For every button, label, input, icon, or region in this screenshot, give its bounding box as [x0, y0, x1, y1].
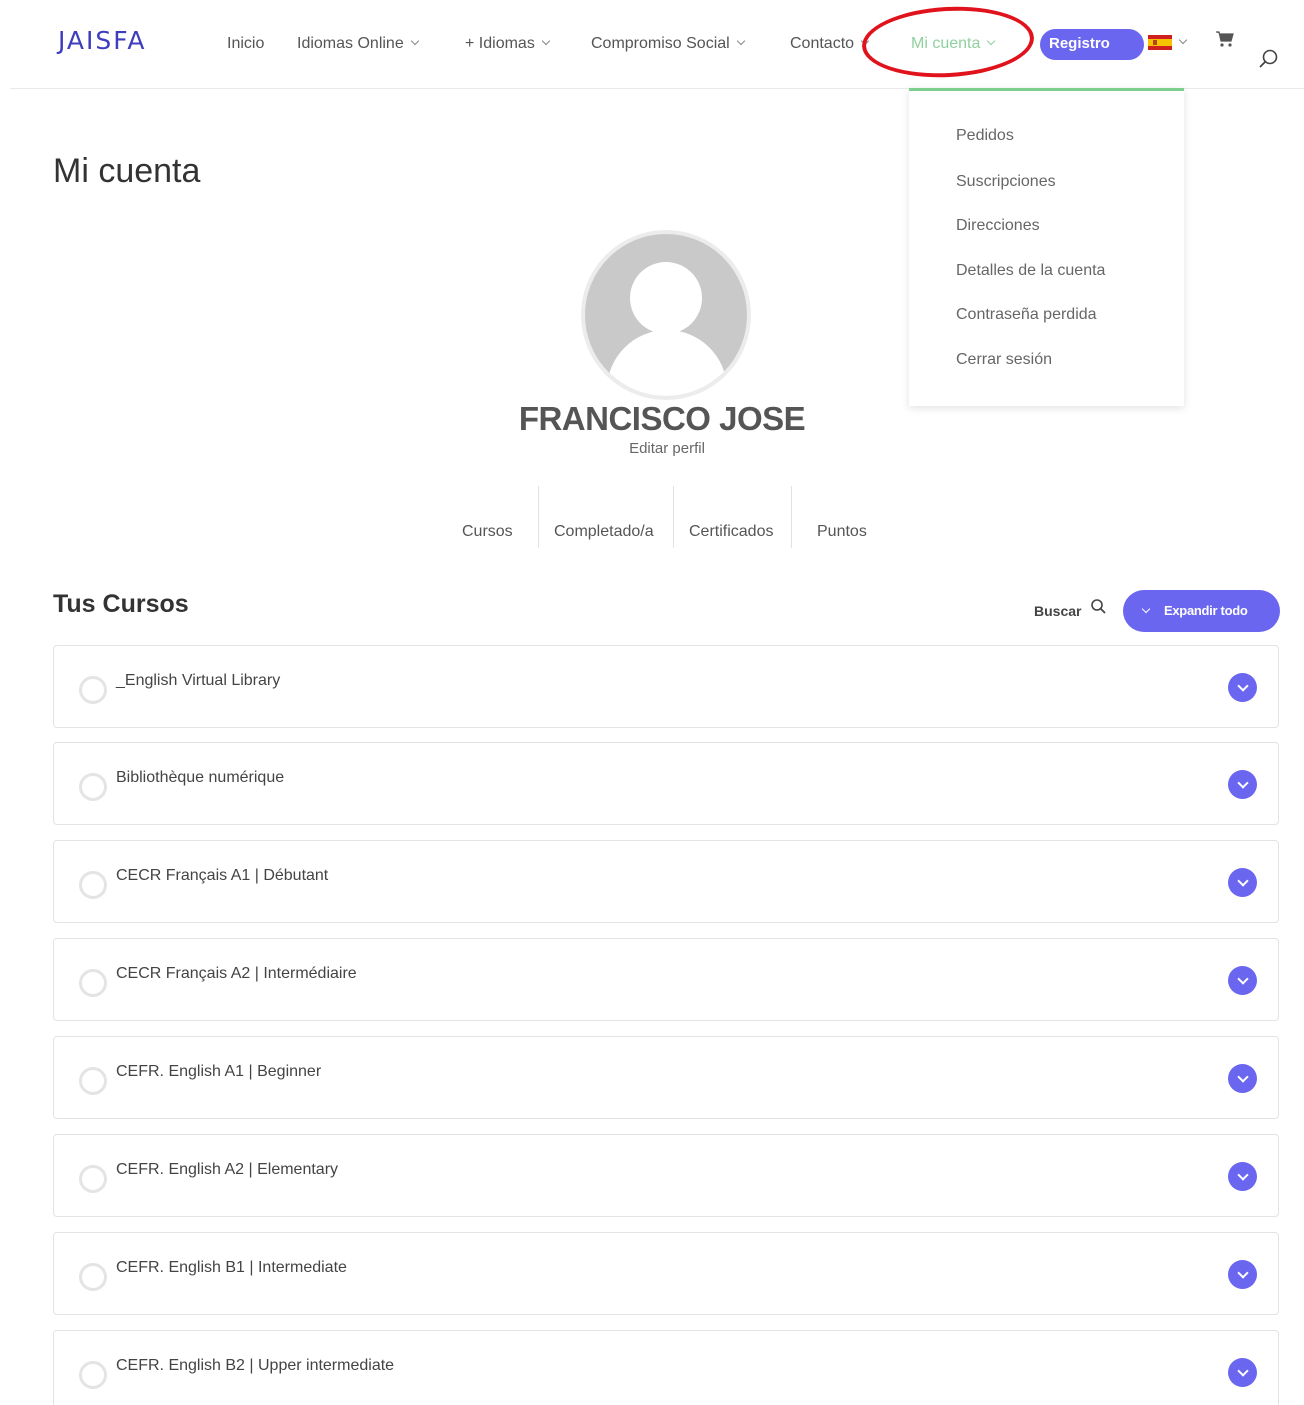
course-row[interactable]: CEFR. English B2 | Upper intermediate [53, 1330, 1279, 1405]
edit-profile-link[interactable]: Editar perfil [0, 440, 1304, 457]
section-title: Tus Cursos [53, 590, 189, 618]
search-courses-button[interactable]: Buscar [1034, 603, 1081, 619]
tab-completado[interactable]: Completado/a [554, 523, 654, 541]
course-row[interactable]: Bibliothèque numérique [53, 742, 1279, 825]
expand-course-icon[interactable] [1228, 1260, 1257, 1289]
registro-button[interactable]: Registro [1040, 29, 1144, 60]
course-title: Bibliothèque numérique [116, 769, 285, 786]
course-row[interactable]: _English Virtual Library [53, 645, 1279, 728]
tab-certificados[interactable]: Certificados [689, 523, 773, 541]
menu-item-detalles-cuenta[interactable]: Detalles de la cuenta [956, 262, 1105, 280]
menu-item-direcciones[interactable]: Direcciones [956, 217, 1040, 235]
nav-item-compromiso-social[interactable]: Compromiso Social [591, 35, 745, 53]
course-title: CECR Français A2 | Intermédiaire [116, 965, 357, 982]
tab-cursos[interactable]: Cursos [462, 523, 513, 541]
spain-flag-icon[interactable] [1148, 35, 1172, 50]
course-status-icon [79, 676, 107, 704]
course-status-icon [79, 1165, 107, 1193]
course-row[interactable]: CEFR. English A1 | Beginner [53, 1036, 1279, 1119]
course-status-icon [79, 871, 107, 899]
search-icon[interactable] [1258, 48, 1280, 70]
chevron-down-icon[interactable] [1178, 35, 1188, 45]
nav-item-label: Mi cuenta [911, 35, 981, 52]
course-status-icon [79, 1263, 107, 1291]
chevron-down-icon [860, 36, 870, 46]
course-status-icon [79, 773, 107, 801]
chevron-down-icon [410, 36, 419, 46]
avatar [581, 230, 751, 400]
menu-item-suscripciones[interactable]: Suscripciones [956, 173, 1056, 191]
nav-item-contacto[interactable]: Contacto [790, 35, 870, 53]
expand-course-icon[interactable] [1228, 966, 1257, 995]
chevron-down-icon [541, 36, 551, 46]
search-icon[interactable] [1090, 598, 1108, 616]
expand-course-icon[interactable] [1228, 1162, 1257, 1191]
cart-icon[interactable] [1215, 30, 1235, 48]
chevron-down-icon [736, 36, 745, 46]
site-logo[interactable]: JAISFA [58, 26, 146, 55]
expand-course-icon[interactable] [1228, 1064, 1257, 1093]
expand-course-icon[interactable] [1228, 673, 1257, 702]
course-title: CEFR. English A2 | Elementary [116, 1161, 339, 1178]
nav-item-label: Contacto [790, 35, 855, 52]
site-header: JAISFA Inicio Idiomas Online + Idiomas C… [0, 0, 1304, 90]
course-title: CEFR. English B2 | Upper intermediate [116, 1357, 395, 1374]
expand-all-button[interactable]: Expandir todo [1123, 590, 1280, 632]
course-row[interactable]: CEFR. English A2 | Elementary [53, 1134, 1279, 1217]
menu-item-pedidos[interactable]: Pedidos [956, 127, 1014, 145]
course-title: CEFR. English B1 | Intermediate [116, 1259, 347, 1276]
expand-all-label: Expandir todo [1164, 603, 1248, 618]
page-title: Mi cuenta [53, 152, 201, 190]
course-row[interactable]: CECR Français A2 | Intermédiaire [53, 938, 1279, 1021]
nav-item-label: Inicio [227, 35, 265, 52]
nav-item-label: + Idiomas [465, 35, 535, 52]
expand-course-icon[interactable] [1228, 868, 1257, 897]
nav-item-mas-idiomas[interactable]: + Idiomas [465, 35, 551, 53]
nav-item-label: Idiomas Online [297, 35, 404, 52]
course-row[interactable]: CECR Français A1 | Débutant [53, 840, 1279, 923]
nav-item-inicio[interactable]: Inicio [227, 35, 264, 53]
expand-course-icon[interactable] [1228, 770, 1257, 799]
course-status-icon [79, 1067, 107, 1095]
tab-divider [791, 486, 792, 548]
menu-item-cerrar-sesion[interactable]: Cerrar sesión [956, 351, 1052, 369]
account-dropdown-menu: Pedidos Suscripciones Direcciones Detall… [909, 88, 1184, 406]
tab-divider [673, 486, 674, 548]
chevron-down-icon [987, 36, 996, 46]
course-title: _English Virtual Library [116, 672, 281, 689]
nav-item-idiomas-online[interactable]: Idiomas Online [297, 35, 419, 53]
nav-item-label: Compromiso Social [591, 35, 730, 52]
expand-course-icon[interactable] [1228, 1358, 1257, 1387]
course-status-icon [79, 969, 107, 997]
course-title: CEFR. English A1 | Beginner [116, 1063, 322, 1080]
tab-puntos[interactable]: Puntos [817, 523, 867, 541]
course-title: CECR Français A1 | Débutant [116, 867, 329, 884]
nav-item-mi-cuenta[interactable]: Mi cuenta [911, 35, 996, 53]
chevron-down-icon [1141, 604, 1151, 614]
course-status-icon [79, 1361, 107, 1389]
menu-item-contrasena-perdida[interactable]: Contraseña perdida [956, 306, 1097, 324]
course-row[interactable]: CEFR. English B1 | Intermediate [53, 1232, 1279, 1315]
tab-divider [538, 486, 539, 548]
